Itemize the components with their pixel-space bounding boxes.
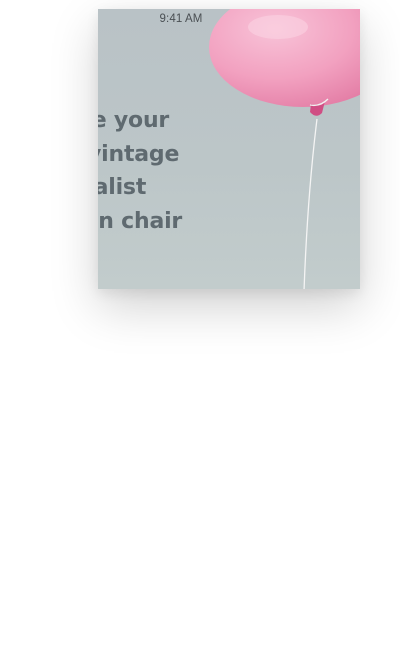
headline-line: minimalist bbox=[98, 175, 147, 200]
headline-line: Update your bbox=[98, 108, 170, 133]
hero-headline: Update your vintage minimalist wooden ch… bbox=[98, 104, 182, 238]
phone-screen-card: 9:41 AM Update your vintage minimalist w… bbox=[98, 9, 360, 289]
headline-line: wooden chair bbox=[98, 208, 183, 234]
headline-line: vintage bbox=[98, 141, 180, 167]
